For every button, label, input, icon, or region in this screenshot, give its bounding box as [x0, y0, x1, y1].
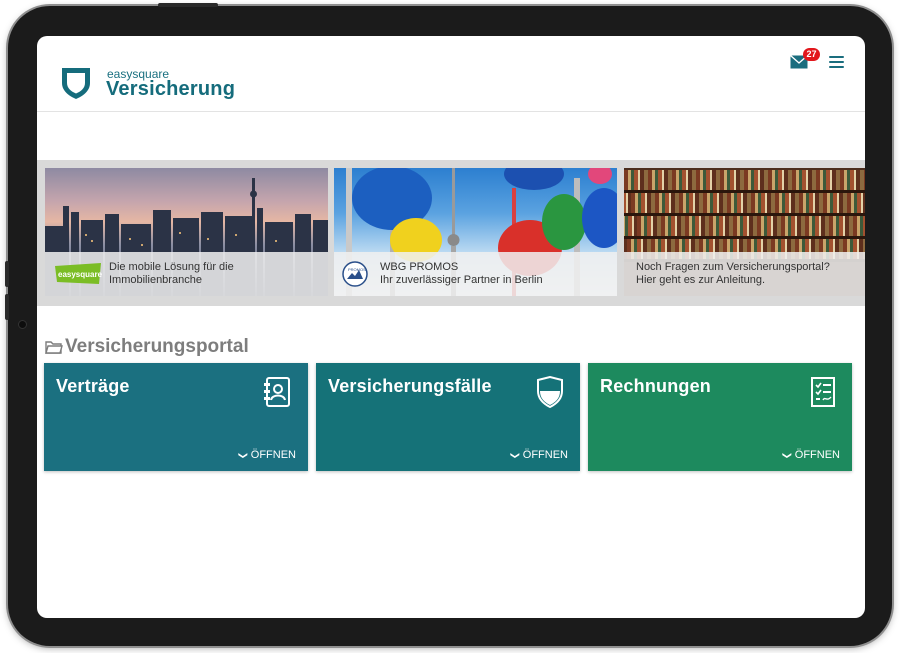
banner-caption: easysquare Die mobile Lösung für die Imm…	[45, 252, 328, 296]
card-open-label: ÖFFNEN	[522, 449, 568, 461]
banner-tile-easysquare[interactable]: easysquare Die mobile Lösung für die Imm…	[45, 168, 328, 296]
banner-line1: Noch Fragen zum Versicherungsportal?	[636, 261, 830, 273]
chevron-down-icon: ❯	[782, 451, 793, 460]
card-title: Verträge	[56, 376, 130, 396]
brand-name: Versicherung	[106, 78, 236, 100]
banner-caption: Noch Fragen zum Versicherungsportal? Hie…	[624, 252, 865, 296]
card-rechnungen[interactable]: Rechnungen ❯ ÖFFNEN	[588, 363, 852, 471]
shield-logo-icon[interactable]	[59, 66, 93, 100]
banner-line2: Hier geht es zur Anleitung.	[636, 274, 766, 286]
card-open-label: ÖFFNEN	[794, 449, 840, 461]
banner-line2: Ihr zuverlässiger Partner in Berlin	[380, 274, 543, 286]
banner-text: WBG PROMOS Ihr zuverlässiger Partner in …	[380, 261, 543, 287]
promos-logo-text: PROMOS	[348, 267, 366, 272]
card-vertraege[interactable]: Verträge ❯ ÖFFNEN	[44, 363, 308, 471]
app-header: easysquare Versicherung 27	[37, 36, 865, 112]
banner-line2: Immobilienbranche	[109, 274, 202, 286]
volume-button	[5, 294, 9, 320]
mail-count-badge: 27	[803, 48, 820, 61]
contacts-book-icon	[264, 377, 290, 407]
folder-icon	[45, 341, 63, 354]
promos-logo-icon: PROMOS	[342, 261, 368, 287]
section-title: Versicherungsportal	[65, 336, 249, 357]
card-open-button[interactable]: ❯ ÖFFNEN	[510, 449, 568, 461]
card-versicherungsfaelle[interactable]: Versicherungsfälle ❯ ÖFFNEN	[316, 363, 580, 471]
banner-text: Die mobile Lösung für die Immobilienbran…	[109, 261, 234, 287]
chevron-down-icon: ❯	[510, 451, 521, 460]
volume-button	[5, 261, 9, 287]
app-screen: easysquare Versicherung 27 easysquare Di…	[37, 36, 865, 618]
card-title: Versicherungsfälle	[328, 376, 492, 396]
power-button	[158, 3, 218, 7]
checklist-icon	[811, 377, 835, 407]
easysquare-logo-text: easysquare	[58, 270, 103, 279]
banner-tile-promos[interactable]: PROMOS WBG PROMOS Ihr zuverlässiger Part…	[334, 168, 617, 296]
chevron-down-icon: ❯	[238, 451, 249, 460]
banner-caption: PROMOS WBG PROMOS Ihr zuverlässiger Part…	[334, 252, 617, 296]
banner-tile-anleitung[interactable]: Noch Fragen zum Versicherungsportal? Hie…	[624, 168, 865, 296]
easysquare-logo-icon: easysquare	[55, 263, 103, 284]
card-title: Rechnungen	[600, 376, 712, 396]
camera-icon	[18, 320, 27, 329]
menu-icon[interactable]	[829, 56, 844, 68]
shield-icon	[537, 376, 563, 408]
banner-line1: Die mobile Lösung für die	[109, 261, 234, 273]
card-open-button[interactable]: ❯ ÖFFNEN	[782, 449, 840, 461]
banner-line1: WBG PROMOS	[380, 261, 459, 273]
banner-strip: easysquare Die mobile Lösung für die Imm…	[37, 160, 865, 306]
banner-text: Noch Fragen zum Versicherungsportal? Hie…	[636, 261, 830, 287]
card-open-label: ÖFFNEN	[250, 449, 296, 461]
card-open-button[interactable]: ❯ ÖFFNEN	[238, 449, 296, 461]
